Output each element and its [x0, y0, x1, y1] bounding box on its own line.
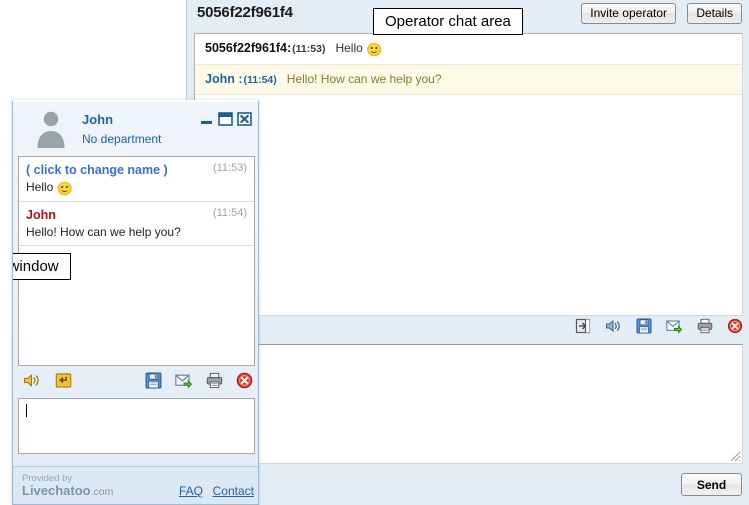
- operator-panel: 5056f22f961f4 Invite operator Details 50…: [186, 0, 749, 505]
- contact-link[interactable]: Contact: [213, 484, 254, 498]
- chat-message: ( click to change name ) (11:53) Hello 🙂: [19, 157, 254, 202]
- website-chat-window: John No department ( click to change nam…: [12, 100, 259, 505]
- email-chat-icon[interactable]: [175, 374, 196, 393]
- transfer-chat-icon[interactable]: [575, 318, 595, 338]
- avatar: [37, 111, 65, 148]
- chat-window-toolbar: [18, 370, 255, 396]
- save-chat-icon[interactable]: [145, 372, 166, 393]
- email-chat-icon[interactable]: [666, 320, 686, 338]
- message-nickname[interactable]: ( click to change name ): [26, 163, 168, 177]
- message-text: Hello! How can we help you?: [286, 72, 442, 86]
- message-text: Hello 🙂: [26, 180, 247, 196]
- chat-window-header: John No department: [13, 102, 258, 152]
- minimize-icon[interactable]: [200, 112, 215, 126]
- annotation-operator-chat-area: Operator chat area: [373, 8, 523, 35]
- chat-window-footer: Provided by Livechatoo.com FAQ Contact: [13, 467, 258, 504]
- text-caret: [26, 404, 27, 417]
- close-chat-icon[interactable]: [236, 372, 253, 393]
- message-body: Hello: [26, 180, 54, 194]
- sound-icon[interactable]: [23, 374, 44, 393]
- brand-tld-text: .com: [90, 486, 114, 498]
- smiley-icon: 🙂: [366, 42, 383, 57]
- print-chat-icon[interactable]: [206, 372, 227, 393]
- message-nickname: 5056f22f961f4:: [205, 41, 292, 55]
- message-text: Hello: [335, 41, 363, 55]
- maximize-icon[interactable]: [218, 112, 233, 126]
- send-button[interactable]: Send: [681, 473, 742, 496]
- message-timestamp: (11:53): [212, 162, 247, 174]
- smiley-icon: 🙂: [56, 181, 73, 196]
- sound-icon[interactable]: [605, 319, 625, 338]
- faq-link[interactable]: FAQ: [179, 484, 203, 498]
- message-nickname: John: [26, 208, 56, 222]
- message-text: Hello! How can we help you?: [26, 225, 181, 239]
- chat-nickname: John: [82, 112, 114, 127]
- operator-chat-message: John :(11:54) Hello! How can we help you?: [195, 65, 742, 95]
- chat-message-input[interactable]: [18, 398, 255, 454]
- invite-operator-button[interactable]: Invite operator: [581, 3, 676, 24]
- resize-grip-icon[interactable]: [728, 449, 741, 462]
- close-chat-icon[interactable]: [727, 318, 743, 338]
- print-chat-icon[interactable]: [697, 318, 717, 338]
- brand-name-text: Livechatoo: [22, 483, 91, 498]
- page-title: 5056f22f961f4: [197, 4, 293, 21]
- message-timestamp: (11:53): [292, 43, 326, 55]
- message-timestamp: (11:54): [243, 74, 277, 86]
- transfer-chat-icon[interactable]: [55, 373, 72, 393]
- operator-message-input[interactable]: [194, 344, 743, 464]
- operator-chat-message: 5056f22f961f4:(11:53) Hello 🙂: [195, 34, 742, 65]
- brand-logo: Livechatoo.com: [22, 483, 113, 498]
- details-button[interactable]: Details: [687, 3, 742, 24]
- annotation-website-chat-window: Website chat window: [13, 253, 71, 280]
- chat-department: No department: [82, 132, 162, 146]
- chat-message: John (11:54) Hello! How can we help you?: [19, 202, 254, 246]
- operator-toolbar: [194, 318, 743, 342]
- operator-chat-log[interactable]: 5056f22f961f4:(11:53) Hello 🙂 John :(11:5…: [194, 33, 743, 316]
- close-icon[interactable]: [237, 112, 252, 126]
- message-nickname: John :: [205, 72, 243, 86]
- message-timestamp: (11:54): [212, 207, 247, 219]
- save-chat-icon[interactable]: [636, 318, 656, 338]
